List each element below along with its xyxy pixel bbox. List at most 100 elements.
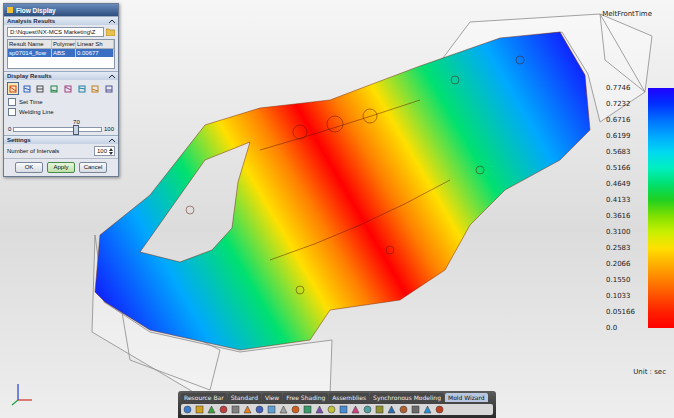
- folder-icon[interactable]: [106, 28, 115, 36]
- dialog-title-bar[interactable]: Flow Display: [4, 4, 118, 16]
- display-tool-button[interactable]: [21, 82, 33, 95]
- legend-label: 0.1033: [602, 288, 648, 304]
- display-tool-button[interactable]: [7, 82, 19, 95]
- tool-icon[interactable]: [255, 405, 264, 414]
- cad-window: MeltFrontTime0.77460.72320.67160.61990.5…: [0, 0, 674, 418]
- option-row[interactable]: Welding Line: [4, 107, 118, 117]
- time-slider: 700100: [4, 117, 118, 135]
- legend-segment: [648, 232, 674, 248]
- toolbar-tab[interactable]: Resource Bar: [181, 393, 227, 402]
- legend-label: 0.2066: [602, 256, 648, 272]
- legend-segment: [648, 168, 674, 184]
- column-header[interactable]: Polymer: [52, 40, 76, 48]
- tool-icon[interactable]: [195, 405, 204, 414]
- column-header[interactable]: Linear Sh: [76, 40, 114, 48]
- tool-icon[interactable]: [231, 405, 240, 414]
- tool-icon[interactable]: [351, 405, 360, 414]
- display-tool-button[interactable]: [35, 82, 47, 95]
- collapse-icon[interactable]: [109, 138, 115, 142]
- tool-icon[interactable]: [279, 405, 288, 414]
- tool-icon[interactable]: [411, 405, 420, 414]
- tool-icon[interactable]: [303, 405, 312, 414]
- dialog-button[interactable]: OK: [15, 162, 43, 173]
- legend-segment: [648, 88, 674, 104]
- slider-track[interactable]: [13, 127, 102, 132]
- section-header[interactable]: Settings: [4, 135, 118, 144]
- legend-segment: [648, 248, 674, 264]
- dialog-button[interactable]: Apply: [47, 162, 75, 173]
- app-icon: [7, 7, 13, 13]
- dialog-buttons: OK Apply Cancel: [4, 158, 118, 176]
- tool-icon[interactable]: [327, 405, 336, 414]
- legend-segment: [648, 120, 674, 136]
- legend-title: MeltFrontTime: [602, 10, 652, 18]
- tool-icon[interactable]: [183, 405, 192, 414]
- wireframe-part: [92, 14, 652, 396]
- slider-max: 100: [104, 126, 114, 132]
- tool-icon[interactable]: [423, 405, 432, 414]
- toolbar-tab[interactable]: Assemblies: [329, 393, 369, 402]
- legend-segment: [648, 312, 674, 328]
- tool-icon[interactable]: [267, 405, 276, 414]
- column-header[interactable]: Result Name: [8, 40, 52, 48]
- display-tool-button[interactable]: [62, 82, 74, 95]
- legend-label: 0.1550: [602, 272, 648, 288]
- tool-icon[interactable]: [291, 405, 300, 414]
- display-mode-icon: [23, 85, 31, 93]
- display-tool-button[interactable]: [76, 82, 88, 95]
- option-label: Welding Line: [19, 109, 54, 115]
- toolbar-tab[interactable]: View: [262, 393, 282, 402]
- setting-field[interactable]: 100: [94, 146, 115, 156]
- tool-icon[interactable]: [207, 405, 216, 414]
- toolbar-tab[interactable]: Free Shading: [283, 393, 328, 402]
- section-header[interactable]: Display Results: [4, 71, 118, 80]
- legend-label: 0.0: [602, 320, 648, 336]
- toolbar-tab[interactable]: Mold Wizard: [445, 393, 488, 402]
- dialog-button[interactable]: Cancel: [79, 162, 107, 173]
- legend-segment: [648, 280, 674, 296]
- display-tool-button[interactable]: [103, 82, 115, 95]
- table-cell: ABS: [52, 49, 76, 57]
- checkbox[interactable]: [8, 98, 16, 106]
- legend-label: 0.7746: [602, 80, 648, 96]
- tool-icon[interactable]: [219, 405, 228, 414]
- legend-segment: [648, 200, 674, 216]
- molded-part[interactable]: [95, 32, 590, 350]
- display-tool-button[interactable]: [48, 82, 60, 95]
- tool-icon[interactable]: [339, 405, 348, 414]
- legend-label: 0.3616: [602, 208, 648, 224]
- collapse-icon[interactable]: [109, 74, 115, 78]
- slider-thumb[interactable]: [73, 125, 79, 135]
- display-mode-icon: [91, 85, 99, 93]
- toolbar-tab[interactable]: Synchronous Modeling: [370, 393, 444, 402]
- legend-segment: [648, 104, 674, 120]
- table-cell: 0.00677: [76, 49, 114, 57]
- tool-icon[interactable]: [387, 405, 396, 414]
- results-table: Result NamePolymerLinear Shsp07014_flowA…: [7, 39, 115, 69]
- collapse-icon[interactable]: [109, 19, 115, 23]
- path-row: D:\Nquest\NX-MCS Marketing\Z: [4, 25, 118, 39]
- table-row[interactable]: sp07014_flowABS0.00677: [8, 49, 114, 57]
- spinner-icon[interactable]: [109, 148, 113, 155]
- tool-icon[interactable]: [315, 405, 324, 414]
- setting-label: Number of Intervals: [7, 148, 59, 154]
- tool-icon[interactable]: [399, 405, 408, 414]
- tool-icon[interactable]: [363, 405, 372, 414]
- toolbar-icons: [181, 404, 493, 415]
- display-tool-button[interactable]: [90, 82, 102, 95]
- tool-icon[interactable]: [375, 405, 384, 414]
- toolbar-tab[interactable]: Standard: [228, 393, 261, 402]
- section-header[interactable]: Analysis Results: [4, 16, 118, 25]
- option-label: Set Time: [19, 99, 43, 105]
- path-field[interactable]: D:\Nquest\NX-MCS Marketing\Z: [7, 27, 104, 37]
- legend-color-bar: [648, 80, 674, 336]
- option-row[interactable]: Set Time: [4, 97, 118, 107]
- display-mode-icon: [50, 85, 58, 93]
- tool-icon[interactable]: [243, 405, 252, 414]
- legend-label: 0.6716: [602, 112, 648, 128]
- checkbox[interactable]: [8, 108, 16, 116]
- display-mode-icon: [36, 85, 44, 93]
- legend-label: 0.7232: [602, 96, 648, 112]
- tool-icon[interactable]: [435, 405, 444, 414]
- legend-segment: [648, 184, 674, 200]
